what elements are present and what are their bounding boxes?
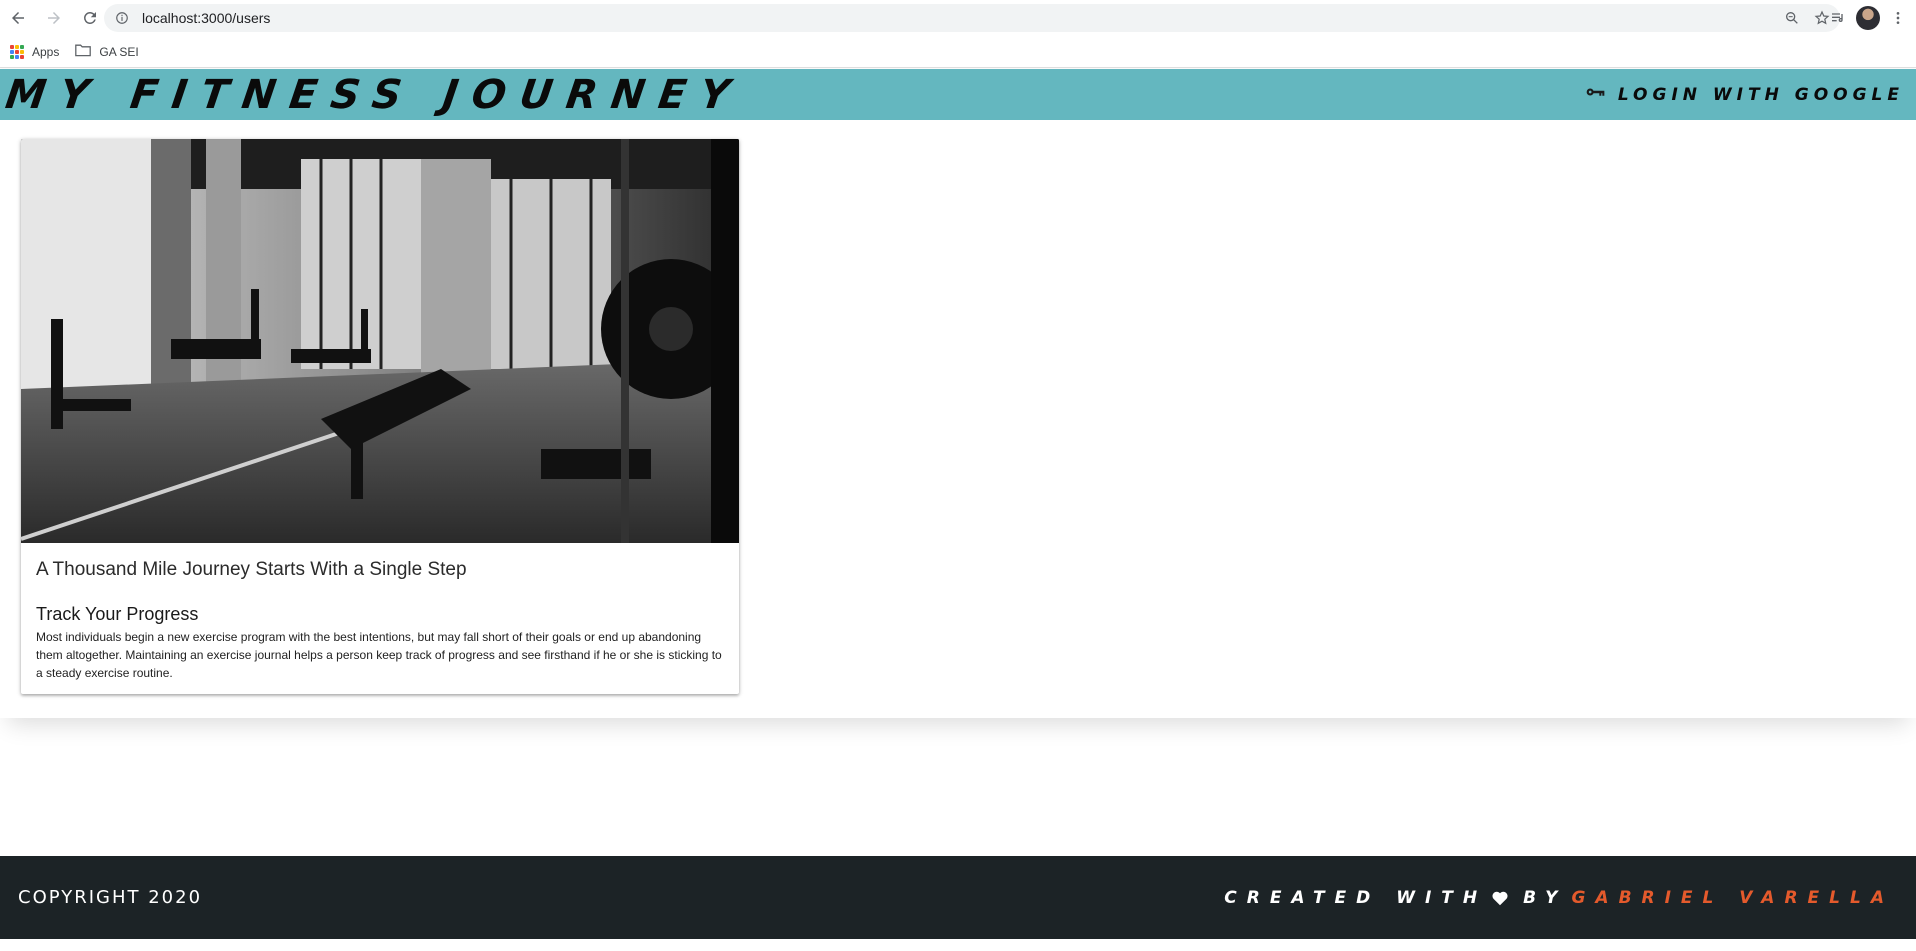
arrow-left-icon [12, 12, 24, 24]
login-label: Login with Google [1617, 84, 1904, 105]
brand-logo[interactable]: My Fitness Journey [0, 72, 747, 118]
bookmarks-bar: Apps GA SEI [0, 36, 1916, 68]
zoom-icon[interactable] [1784, 10, 1800, 26]
app-header: My Fitness Journey Login with Google [0, 69, 1916, 120]
card-subtitle: Track Your Progress [36, 604, 199, 624]
menu-dots-icon[interactable] [1890, 10, 1906, 26]
card-title: A Thousand Mile Journey Starts With a Si… [36, 559, 467, 580]
folder-icon [75, 43, 92, 60]
key-icon [1586, 85, 1606, 104]
star-icon[interactable] [1814, 10, 1830, 26]
forward-button[interactable] [36, 0, 72, 36]
address-bar[interactable]: localhost:3000/users [104, 4, 1840, 32]
gym-photo [21, 139, 739, 543]
author-link[interactable]: Gabriel Varella [1571, 888, 1894, 908]
reload-icon [84, 12, 96, 24]
created-with-text: Created with [1224, 887, 1488, 908]
browser-toolbar: localhost:3000/users [0, 0, 1916, 36]
bookmark-label: GA SEI [99, 44, 139, 59]
profile-avatar[interactable] [1856, 6, 1880, 30]
info-icon[interactable] [114, 10, 130, 26]
login-with-google-button[interactable]: Login with Google [1586, 85, 1916, 105]
by-text: by [1523, 887, 1568, 908]
card-body: Most individuals begin a new exercise pr… [36, 630, 722, 680]
apps-grid-icon [10, 44, 24, 59]
back-button[interactable] [0, 0, 36, 36]
footer: COPYRIGHT 2020 Created with by Gabriel V… [0, 856, 1916, 939]
copyright-text: COPYRIGHT 2020 [18, 887, 203, 908]
feature-card: A Thousand Mile Journey Starts With a Si… [21, 139, 739, 694]
bookmark-ga-sei[interactable]: GA SEI [75, 43, 139, 60]
credits: Created with by Gabriel Varella [1224, 888, 1916, 908]
toolbar-actions [1830, 0, 1916, 36]
main-content: A Thousand Mile Journey Starts With a Si… [0, 120, 1916, 718]
url-text[interactable]: localhost:3000/users [142, 10, 270, 26]
bookmark-apps[interactable]: Apps [10, 44, 60, 59]
reload-button[interactable] [72, 0, 108, 36]
address-bar-actions [1784, 4, 1830, 32]
heart-icon [1491, 890, 1509, 906]
media-queue-icon[interactable] [1830, 10, 1846, 26]
arrow-right-icon [48, 12, 60, 24]
bottom-strip [0, 939, 1916, 951]
bookmark-label: Apps [32, 44, 60, 59]
